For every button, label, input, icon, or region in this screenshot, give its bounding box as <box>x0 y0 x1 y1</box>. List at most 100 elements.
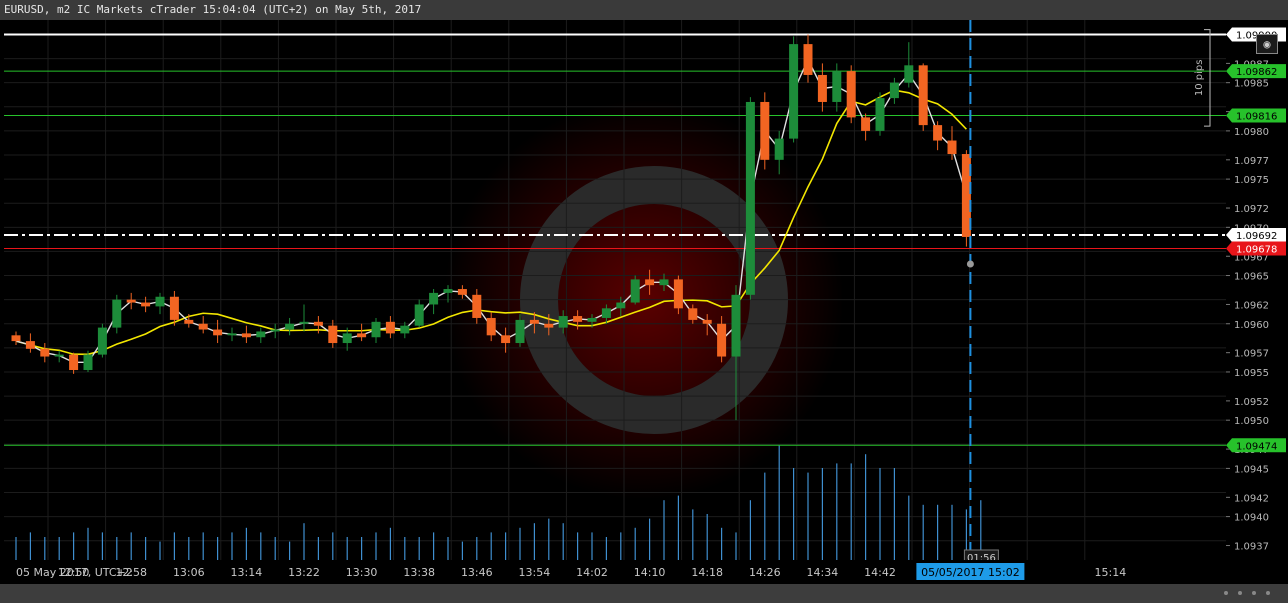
price-chart-svg[interactable]: 10 pips 01:56 <box>4 20 1226 566</box>
time-tick-label: 12:58 <box>115 566 147 579</box>
time-tick-label: 14:42 <box>864 566 896 579</box>
price-tick-label: 1.0960 <box>1234 320 1269 331</box>
candle-body <box>918 65 928 126</box>
candle-body <box>457 289 467 295</box>
price-tick-label: 1.0940 <box>1234 513 1269 524</box>
candle-body <box>472 294 482 318</box>
candle-body <box>573 316 583 322</box>
price-tick-label: 1.0955 <box>1234 368 1269 379</box>
candle-body <box>731 294 741 357</box>
candle-body <box>83 354 93 371</box>
price-tick-label: 1.0937 <box>1234 542 1269 553</box>
candle-body <box>947 140 957 155</box>
price-tick-label: 1.0950 <box>1234 416 1269 427</box>
candle-body <box>299 321 309 324</box>
candle-body <box>184 319 194 324</box>
candle-body <box>486 317 496 336</box>
candle-body <box>544 323 554 328</box>
price-tick-label: 1.0977 <box>1234 156 1269 167</box>
level-price-label: 1.09816 <box>1236 111 1277 122</box>
price-axis[interactable]: 1.09901.09871.09851.09821.09801.09771.09… <box>1226 20 1288 572</box>
candle-body <box>429 292 439 305</box>
candle-body <box>227 333 237 336</box>
candle-body <box>385 321 395 334</box>
candle-body <box>400 325 410 334</box>
level-price-label: 1.09678 <box>1236 245 1277 256</box>
candle-body <box>832 71 842 102</box>
window-title: EURUSD, m2 IC Markets cTrader 15:04:04 (… <box>4 3 422 16</box>
candle-body <box>97 327 107 355</box>
pips-ruler-label: 10 pips <box>1194 60 1205 97</box>
time-tick-label: 13:14 <box>231 566 263 579</box>
time-tick-label: 13:30 <box>346 566 378 579</box>
candle-body <box>558 316 568 328</box>
candle-body <box>861 117 871 131</box>
candle-body <box>169 296 179 320</box>
candle-body <box>601 308 611 318</box>
status-bar <box>0 584 1288 603</box>
candle-body <box>529 319 539 324</box>
cursor-dot <box>966 260 974 268</box>
candle-body <box>69 354 79 371</box>
price-tick-label: 1.0972 <box>1234 204 1269 215</box>
candle-body <box>25 341 35 349</box>
level-price-label: 1.09692 <box>1236 231 1277 242</box>
candle-body <box>155 296 165 307</box>
candle-body <box>630 279 640 303</box>
candle-body <box>313 321 323 326</box>
candle-body <box>256 331 266 338</box>
candle-body <box>213 329 223 336</box>
camera-icon[interactable]: ◉ <box>1256 34 1278 54</box>
countdown-label: 01:56 <box>967 553 996 560</box>
candle-body <box>616 302 626 309</box>
candle-body <box>11 335 21 342</box>
candle-body <box>443 289 453 293</box>
candle-body <box>745 101 755 295</box>
candle-body <box>342 333 352 344</box>
time-axis-svg: 05 May 2017, UTC+212:50 12:58 13:06 13:14 13… <box>16 563 1127 580</box>
candle-body <box>803 44 813 75</box>
time-axis[interactable]: 05 May 2017, UTC+2 12:50 12:58 13:06 13:14 13… <box>0 560 1288 584</box>
candle-body <box>40 348 50 357</box>
candle-body <box>717 323 727 357</box>
candle-body <box>760 101 770 160</box>
candle-body <box>846 71 856 118</box>
candle-body <box>414 304 424 326</box>
chart-plot-area[interactable]: 10 pips 01:56 <box>4 20 1226 566</box>
candle-body <box>328 325 338 344</box>
time-tick-label: 13:06 <box>173 566 205 579</box>
candle-body <box>933 125 943 141</box>
level-price-label: 1.09862 <box>1236 67 1277 78</box>
cursor-time-label: 05/05/2017 15:02 <box>921 566 1020 579</box>
candle-body <box>198 323 208 330</box>
time-tick-label: 13:46 <box>461 566 493 579</box>
price-tick-label: 1.0957 <box>1234 349 1269 360</box>
candle-body <box>645 279 655 286</box>
candle-body <box>889 82 899 99</box>
candle-body <box>285 323 295 330</box>
candle-body <box>587 317 597 322</box>
time-tick-label: 13:54 <box>519 566 551 579</box>
time-tick-label: 13:38 <box>403 566 435 579</box>
candle-body <box>875 98 885 131</box>
price-tick-label: 1.0975 <box>1234 175 1269 186</box>
time-tick-label: 14:02 <box>576 566 608 579</box>
price-tick-label: 1.0980 <box>1234 127 1269 138</box>
candle-body <box>904 65 914 83</box>
candle-body <box>112 299 122 328</box>
candle-body <box>817 74 827 102</box>
candle-body <box>357 333 367 338</box>
price-tick-label: 1.0965 <box>1234 272 1269 283</box>
candle-body <box>688 308 698 320</box>
price-axis-svg: 1.09901.09871.09851.09821.09801.09771.09… <box>1226 27 1286 572</box>
candle-body <box>515 319 525 344</box>
time-tick-label: 12:50 <box>58 566 90 579</box>
resize-grip-icon[interactable] <box>1220 588 1280 598</box>
level-price-label: 1.09474 <box>1236 441 1277 452</box>
candle-body <box>270 329 280 332</box>
time-tick-label: 15:14 <box>1095 566 1127 579</box>
price-tick-label: 1.0985 <box>1234 79 1269 90</box>
candle-body <box>141 302 151 307</box>
candle-body <box>126 299 136 303</box>
price-tick-label: 1.0945 <box>1234 464 1269 475</box>
